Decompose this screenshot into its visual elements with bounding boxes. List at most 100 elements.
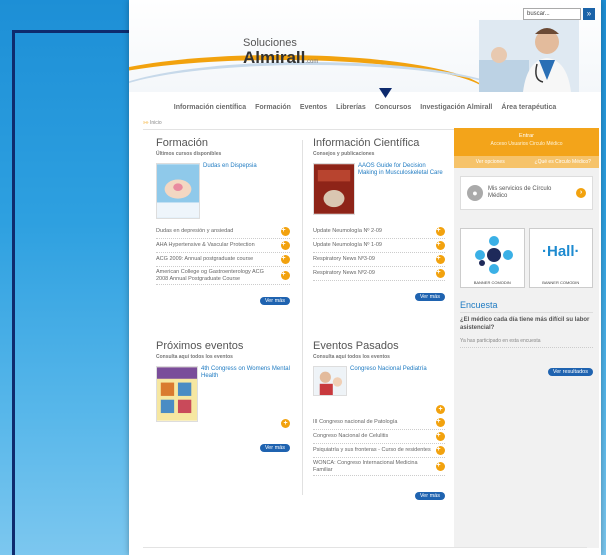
plus-icon[interactable]: + [281,419,290,428]
nav-item-eventos[interactable]: Eventos [300,104,327,111]
login-box[interactable]: Entrar Acceso Usuarios Circulo Médico [454,128,599,156]
pasados-section: Eventos Pasados Consulta aquí todos los … [313,341,445,502]
plus-icon[interactable]: + [436,418,445,427]
plus-icon[interactable]: + [281,241,290,250]
list-item[interactable]: Congreso Nacional de Celulitis + [313,430,445,444]
login-sublabel: Acceso Usuarios Circulo Médico [490,141,563,147]
circulo-label: Mis servicios de Círculo Médico [488,185,552,199]
molecule-logo-icon [475,236,513,274]
plus-icon[interactable]: + [436,432,445,441]
informacion-title: Información Científica [313,137,420,149]
informacion-featured-link[interactable]: AAOS Guide for Decision Making in Muscul… [358,163,445,215]
plus-icon[interactable]: + [281,255,290,264]
informacion-more-button[interactable]: Ver más [414,293,445,301]
list-item[interactable]: Update Neumología Nº 2-09 + [313,225,445,239]
informacion-section: Información Científica Consejos y public… [313,138,445,303]
proximos-title: Próximos eventos [156,340,244,352]
list-item-label: Psiquiatría y sus fronteras - Curso de r… [313,447,431,454]
formacion-subtitle: Últimos cursos disponibles [156,151,222,157]
event-poster-image[interactable] [156,366,198,422]
list-item[interactable]: Update Neumología Nº 1-09 + [313,239,445,253]
plus-icon[interactable]: + [281,271,290,281]
web-page: Soluciones Almirall.com buscar... » Info… [129,0,601,555]
login-label: Entrar [519,133,534,139]
column-divider [302,140,303,495]
nav-item-librerias[interactable]: Librerías [336,104,366,111]
plus-icon[interactable]: + [436,462,445,472]
plus-icon[interactable]: + [281,227,290,236]
list-item-label: Update Neumología Nº 1-09 [313,242,382,249]
arrow-down-icon [379,88,392,98]
arrow-right-icon[interactable]: › [576,188,586,198]
doctor-image [479,20,579,92]
logo-line2: Almirall [243,48,306,67]
plus-icon[interactable]: + [436,227,445,236]
encuesta-results-button[interactable]: Ver resultados [547,368,593,376]
list-item-label: American College og Gastroenterology ACG… [156,269,264,282]
list-item[interactable]: WONCA: Congreso Internacional Medicina F… [313,458,445,477]
hall-brand: ·Hall· [542,243,580,260]
plus-icon[interactable]: + [436,405,445,414]
list-item[interactable]: AHA Hypertensive & Vascular Protection + [156,239,290,253]
formacion-more-button[interactable]: Ver más [259,297,290,306]
list-item[interactable]: Psiquiatría y sus fronteras - Curso de r… [313,444,445,458]
nav-item-investigacion[interactable]: Investigación Almirall [420,104,492,111]
list-item[interactable]: III Congreso nacional de Patología + [313,416,445,430]
list-item[interactable]: ACG 2009: Annual postgraduate course + [156,253,290,267]
nav-item-formacion[interactable]: Formación [255,104,291,111]
encuesta-question: ¿El médico cada día tiene más difícil su… [460,317,590,331]
formacion-section: Formación Últimos cursos disponibles Dud… [156,138,290,307]
plus-icon[interactable]: + [436,269,445,278]
header: Soluciones Almirall.com buscar... » [129,0,601,92]
logo[interactable]: Soluciones Almirall.com [243,38,318,67]
proximos-subtitle: Consulta aquí todos los eventos [156,354,233,360]
proximos-more-button[interactable]: Ver más [259,444,290,452]
formacion-title: Formación [156,137,208,149]
list-item[interactable]: Respiratory News Nº2-09 + [313,267,445,281]
list-item-label: Respiratory News Nº3-09 [313,256,375,263]
formacion-list: Dudas en depresión y ansiedad + AHA Hyper… [156,225,290,286]
pediatrics-image[interactable] [313,366,347,396]
book-cover-image[interactable] [313,163,355,215]
circulo-medico-box[interactable]: ● Mis servicios de Círculo Médico › [460,176,593,210]
plus-icon[interactable]: + [436,241,445,250]
search-button[interactable]: » [583,8,595,20]
banner-comodin-2[interactable]: ·Hall· BANNER COMODIN [528,228,593,288]
formacion-featured: Dudas en Dispepsia [156,163,290,219]
breadcrumb-home[interactable]: Inicio [150,120,162,126]
plus-icon[interactable]: + [436,255,445,264]
nav-item-concursos[interactable]: Concursos [375,104,412,111]
encuesta-box: Encuesta ¿El médico cada día tiene más d… [460,300,593,378]
list-item-label: Dudas en depresión y ansiedad [156,228,234,235]
banner-comodin-1[interactable]: BANNER COMODIN [460,228,525,288]
proximos-featured-link[interactable]: 4th Congress on Womens Mental Health [201,366,290,422]
formacion-thumbnail[interactable] [156,163,200,219]
list-item-label: Congreso Nacional de Celulitis [313,433,389,440]
logo-suffix: .com [305,59,319,65]
proximos-section: Próximos eventos Consulta aquí todos los… [156,341,290,454]
proximos-featured: 4th Congress on Womens Mental Health [156,366,290,422]
encuesta-note: Ya has participado en esta encuesta [460,338,593,348]
list-item[interactable]: American College og Gastroenterology ACG… [156,267,290,286]
pasados-list: + III Congreso nacional de Patología + Co… [313,398,445,477]
search-input[interactable]: buscar... [523,8,581,20]
informacion-subtitle: Consejos y publicaciones [313,151,375,157]
list-item[interactable]: Dudas en depresión y ansiedad + [156,225,290,239]
encuesta-title: Encuesta [460,300,593,313]
login-tabs: Ver opciones ¿Qué es Circulo Médico? [454,156,599,168]
formacion-featured-link[interactable]: Dudas en Dispepsia [203,163,257,219]
list-item-label: III Congreso nacional de Patología [313,419,398,426]
plus-icon[interactable]: + [436,446,445,455]
list-item[interactable]: Respiratory News Nº3-09 + [313,253,445,267]
nav-item-area[interactable]: Área terapéutica [501,104,556,111]
tab-que-es[interactable]: ¿Qué es Circulo Médico? [527,156,600,168]
nav-item-informacion[interactable]: Información científica [174,104,246,111]
tab-opciones[interactable]: Ver opciones [454,156,527,168]
banner-caption-1: BANNER COMODIN [473,280,511,285]
pasados-more-button[interactable]: Ver más [414,492,445,501]
informacion-list: Update Neumología Nº 2-09 + Update Neumol… [313,225,445,281]
banner-caption-2: BANNER COMODIN [542,280,580,285]
informacion-featured: AAOS Guide for Decision Making in Muscul… [313,163,445,215]
breadcrumb-arrow: »» [143,120,149,126]
pasados-featured-link[interactable]: Congreso Nacional Pediatría [350,366,427,396]
